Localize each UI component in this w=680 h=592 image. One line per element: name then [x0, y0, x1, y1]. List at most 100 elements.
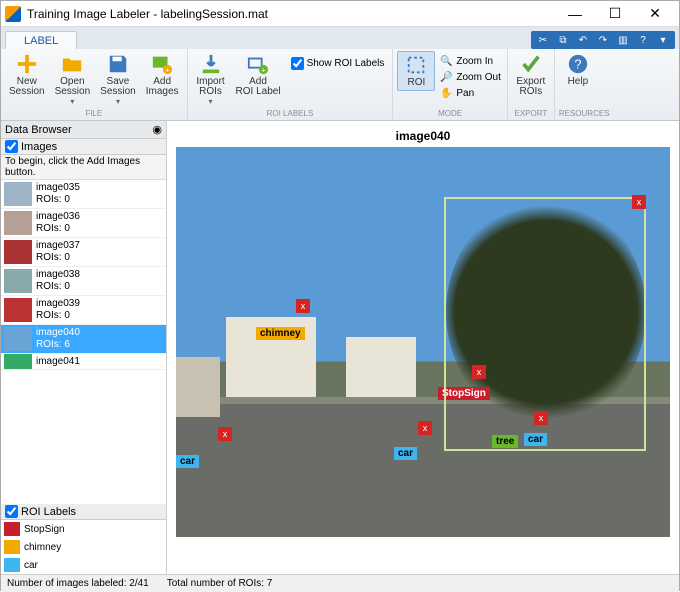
hint-text: To begin, click the Add Images button.: [1, 155, 166, 180]
list-item-label: image038ROIs: 0: [36, 269, 80, 293]
save-icon: [107, 53, 129, 75]
roi-label-tag[interactable]: car: [176, 455, 199, 468]
list-item-label: image040ROIs: 6: [36, 327, 80, 351]
status-roi-count: Total number of ROIs: 7: [167, 578, 273, 589]
list-item-label: image035ROIs: 0: [36, 182, 80, 206]
color-swatch-icon: [4, 522, 20, 536]
ribbon-group-resources: ? Help RESOURCES: [555, 49, 614, 120]
ribbon-group-file: New Session Open Session▾ Save Session▾ …: [1, 49, 188, 120]
qat-help-icon[interactable]: ?: [634, 32, 652, 48]
roi-label-item[interactable]: StopSign: [1, 520, 166, 538]
roi-label-list[interactable]: StopSign chimneycar: [1, 520, 166, 574]
add-label-icon: +: [247, 53, 269, 75]
collapse-icon[interactable]: ◉: [152, 123, 162, 136]
roi-section-header[interactable]: ROI Labels: [1, 504, 166, 520]
ribbon-group-export: Export ROIs EXPORT: [508, 49, 555, 120]
help-button[interactable]: ? Help: [559, 51, 597, 89]
close-button[interactable]: ✕: [635, 2, 675, 26]
thumbnail-icon: [4, 327, 32, 351]
main-split: Data Browser ◉ Images To begin, click th…: [1, 121, 679, 574]
delete-roi-icon[interactable]: x: [218, 427, 232, 441]
images-section-checkbox[interactable]: [5, 140, 18, 153]
list-item-label: image037ROIs: 0: [36, 240, 80, 264]
roi-section-checkbox[interactable]: [5, 505, 18, 518]
list-item[interactable]: image041: [1, 354, 166, 370]
delete-roi-icon[interactable]: x: [534, 411, 548, 425]
qat-redo-icon[interactable]: ↷: [594, 32, 612, 48]
qat-undo-icon[interactable]: ↶: [574, 32, 592, 48]
qat-more-icon[interactable]: ▾: [654, 32, 672, 48]
list-item[interactable]: image038ROIs: 0: [1, 267, 166, 296]
delete-roi-icon[interactable]: x: [418, 421, 432, 435]
matlab-logo-icon: [5, 6, 21, 22]
titlebar: Training Image Labeler - labelingSession…: [1, 1, 679, 27]
roi-mode-button[interactable]: ROI: [397, 51, 435, 91]
list-item-label: image041: [36, 356, 80, 368]
thumbnail-icon: [4, 354, 32, 370]
data-browser-panel: Data Browser ◉ Images To begin, click th…: [1, 121, 167, 574]
open-session-button[interactable]: Open Session▾: [51, 51, 95, 108]
image-canvas[interactable]: chimneyxStopSignxtreexcarxcarxcarx: [176, 147, 670, 537]
qat-copy-icon[interactable]: ⧉: [554, 32, 572, 48]
delete-roi-icon[interactable]: x: [632, 195, 646, 209]
list-item[interactable]: image036ROIs: 0: [1, 209, 166, 238]
add-roi-label-button[interactable]: + Add ROI Label: [232, 51, 285, 99]
status-bar: Number of images labeled: 2/41 Total num…: [1, 574, 679, 592]
thumbnail-icon: [4, 269, 32, 293]
zoom-in-icon: 🔍: [439, 54, 453, 68]
minimize-button[interactable]: —: [555, 2, 595, 26]
roi-label-tag[interactable]: car: [524, 433, 547, 446]
ribbon-group-mode: ROI 🔍Zoom In 🔎Zoom Out ✋Pan MODE: [393, 49, 507, 120]
export-rois-button[interactable]: Export ROIs: [512, 51, 550, 99]
add-images-icon: +: [151, 53, 173, 75]
zoom-out-button[interactable]: 🔎Zoom Out: [437, 69, 502, 85]
list-item[interactable]: image039ROIs: 0: [1, 296, 166, 325]
zoom-in-button[interactable]: 🔍Zoom In: [437, 53, 502, 69]
ribbon-tab-row: LABEL ✂ ⧉ ↶ ↷ ▥ ? ▾: [1, 27, 679, 49]
import-rois-button[interactable]: Import ROIs▾: [192, 51, 230, 108]
roi-label-tag[interactable]: car: [394, 447, 417, 460]
roi-label-tag[interactable]: chimney: [256, 327, 305, 340]
status-labeled-count: Number of images labeled: 2/41: [7, 578, 149, 589]
pan-icon: ✋: [439, 86, 453, 100]
export-check-icon: [520, 53, 542, 75]
list-item[interactable]: image037ROIs: 0: [1, 238, 166, 267]
ribbon-group-roilabels: Import ROIs▾ + Add ROI Label Show ROI La…: [188, 49, 394, 120]
roi-label-item[interactable]: chimney: [1, 538, 166, 556]
svg-text:+: +: [261, 65, 265, 74]
ribbon: New Session Open Session▾ Save Session▾ …: [1, 49, 679, 121]
qat-cut-icon[interactable]: ✂: [534, 32, 552, 48]
roi-rect-icon: [405, 54, 427, 76]
add-images-button[interactable]: + Add Images: [142, 51, 183, 99]
roi-label-tag[interactable]: tree: [492, 435, 518, 448]
current-image-name: image040: [392, 125, 455, 147]
list-item[interactable]: image040ROIs: 6: [1, 325, 166, 354]
color-swatch-icon: [4, 540, 20, 554]
save-session-button[interactable]: Save Session▾: [96, 51, 140, 108]
roi-label-item[interactable]: car: [1, 556, 166, 574]
folder-open-icon: [61, 53, 83, 75]
delete-roi-icon[interactable]: x: [296, 299, 310, 313]
list-item-label: image039ROIs: 0: [36, 298, 80, 322]
window-title: Training Image Labeler - labelingSession…: [27, 7, 555, 21]
show-roi-checkbox-input[interactable]: [291, 57, 304, 70]
new-session-button[interactable]: New Session: [5, 51, 49, 99]
tab-label[interactable]: LABEL: [5, 31, 77, 49]
roi-label-name: StopSign: [24, 524, 65, 535]
maximize-button[interactable]: ☐: [595, 2, 635, 26]
thumbnail-icon: [4, 182, 32, 206]
plus-icon: [16, 53, 38, 75]
qat-layout-icon[interactable]: ▥: [614, 32, 632, 48]
thumbnail-icon: [4, 240, 32, 264]
image-list[interactable]: image035ROIs: 0 image036ROIs: 0image037RO…: [1, 180, 166, 504]
images-section-header[interactable]: Images: [1, 139, 166, 155]
quick-access-toolbar: ✂ ⧉ ↶ ↷ ▥ ? ▾: [531, 31, 675, 49]
canvas-area: image040 chimneyxStopSignxtreexcarxcarxc…: [167, 121, 679, 574]
color-swatch-icon: [4, 558, 20, 572]
import-icon: [200, 53, 222, 75]
pan-button[interactable]: ✋Pan: [437, 85, 502, 101]
help-icon: ?: [567, 53, 589, 75]
list-item[interactable]: image035ROIs: 0: [1, 180, 166, 209]
show-roi-labels-checkbox[interactable]: Show ROI Labels: [287, 51, 389, 76]
zoom-out-icon: 🔎: [439, 70, 453, 84]
